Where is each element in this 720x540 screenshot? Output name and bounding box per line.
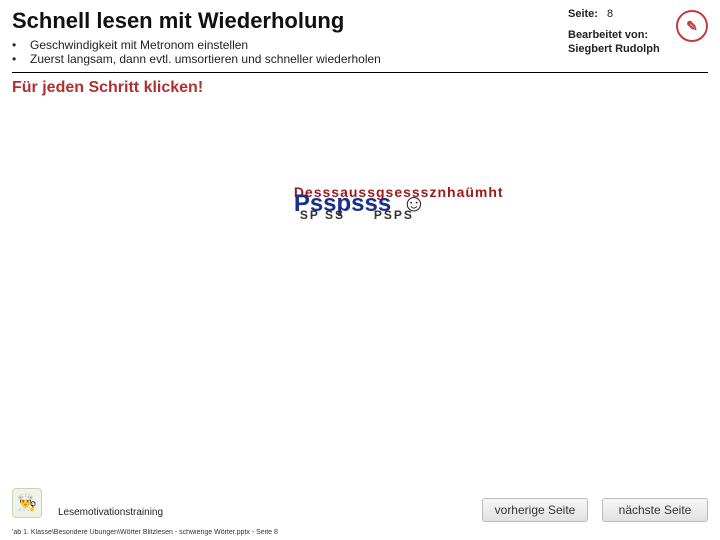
word-overlay-b1: SP SS <box>300 208 345 222</box>
center-word-area[interactable]: Desssaussgsesssznhaümht Psspsss SP SS PS… <box>0 190 720 218</box>
header-left: Schnell lesen mit Wiederholung • Geschwi… <box>12 8 568 66</box>
footer-logo-glyph: 👨‍🍳 <box>17 493 37 513</box>
bullet-text: Geschwindigkeit mit Metronom einstellen <box>30 38 248 52</box>
nav-buttons: vorherige Seite nächste Seite <box>482 498 708 522</box>
stamp-glyph: ✎ <box>686 18 698 35</box>
page-title: Schnell lesen mit Wiederholung <box>12 8 568 34</box>
word-stack[interactable]: Desssaussgsesssznhaümht Psspsss SP SS PS… <box>294 190 391 218</box>
edited-name: Siegbert Rudolph <box>568 42 708 56</box>
instruction-text: Für jeden Schritt klicken! <box>0 73 720 103</box>
header-right: Seite: 8 Bearbeitet von: Siegbert Rudolp… <box>568 8 708 66</box>
footer-path: 'ab 1. Klasse\Besondere Übungen\Wörter B… <box>12 529 278 536</box>
header: Schnell lesen mit Wiederholung • Geschwi… <box>0 0 720 66</box>
page-number: 8 <box>607 8 613 20</box>
word-overlay-b2: PSPS <box>374 208 414 222</box>
footer-logo-icon: 👨‍🍳 <box>12 488 42 518</box>
bullet-item: • Geschwindigkeit mit Metronom einstelle… <box>12 38 568 52</box>
prev-page-button[interactable]: vorherige Seite <box>482 498 588 522</box>
page-label: Seite: <box>568 8 598 20</box>
next-page-button[interactable]: nächste Seite <box>602 498 708 522</box>
bullet-list: • Geschwindigkeit mit Metronom einstelle… <box>12 38 568 66</box>
stamp-logo-icon: ✎ <box>676 10 708 42</box>
bullet-marker: • <box>12 52 20 66</box>
bullet-item: • Zuerst langsam, dann evtl. umsortieren… <box>12 52 568 66</box>
footer-title: Lesemotivationstraining <box>58 507 163 518</box>
bullet-marker: • <box>12 38 20 52</box>
bullet-text: Zuerst langsam, dann evtl. umsortieren u… <box>30 52 381 66</box>
footer: 👨‍🍳 Lesemotivationstraining 'ab 1. Klass… <box>0 480 720 540</box>
